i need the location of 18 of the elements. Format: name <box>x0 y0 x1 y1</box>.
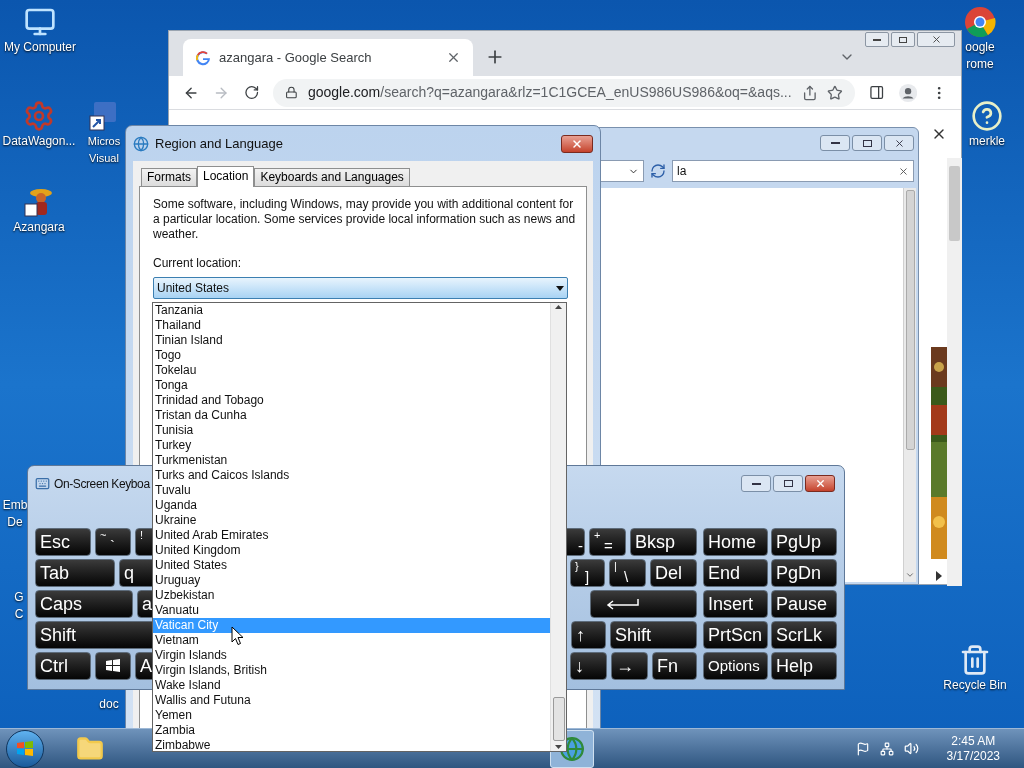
key-symbol: ` <box>110 538 115 554</box>
key-symbol: | <box>614 560 617 573</box>
key-symbol: ~ <box>100 529 107 542</box>
tab-title: azangara - Google Search <box>219 48 373 67</box>
key-symbol: = <box>604 538 613 554</box>
key-symbol: ] <box>585 569 590 585</box>
url-text: google.com/search?q=azangara&rlz=1C1GCEA_enUS986US986&oq=&aqs... <box>307 83 792 102</box>
key-symbol: - <box>578 538 583 554</box>
key-symbol: + <box>594 529 601 542</box>
field-label: Current location: <box>153 255 243 272</box>
selected-location: United States <box>157 280 231 297</box>
window-title: On-Screen Keyboa <box>54 475 150 493</box>
window-title: Region and Language <box>155 134 284 153</box>
key-symbol: ! <box>140 529 144 542</box>
search-text: la <box>677 163 688 180</box>
description-text: Some software, including Windows, may provide you with additional content for a particular location. Some services provide local information such as news and weather. <box>153 197 577 242</box>
key-symbol: \ <box>624 569 629 585</box>
key-symbol: } <box>575 560 579 573</box>
